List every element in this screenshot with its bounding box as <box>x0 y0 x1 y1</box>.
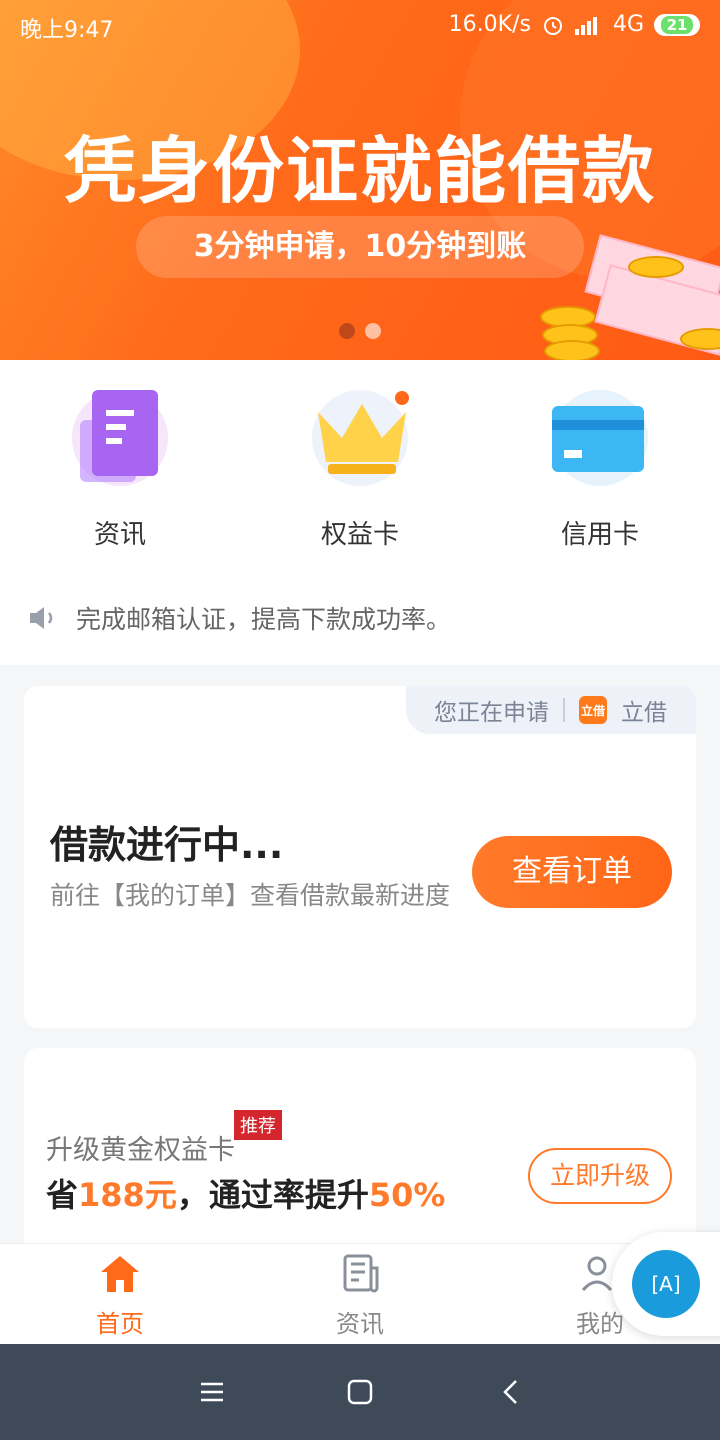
app-logo: 立借 <box>579 696 607 724</box>
accessibility-icon[interactable]: [A] <box>632 1250 700 1318</box>
notice-bar[interactable]: 完成邮箱认证，提高下款成功率。 <box>28 600 451 636</box>
floating-assist-panel: [A] <box>612 1232 720 1336</box>
status-right: 16.0K/s 4G 21 <box>449 12 700 37</box>
system-nav-bar <box>0 1344 720 1440</box>
home-icon <box>99 1254 141 1294</box>
menu-icon[interactable] <box>198 1378 226 1406</box>
applying-label: 您正在申请 <box>434 700 549 726</box>
status-time: 晚上9:47 <box>20 18 114 43</box>
speaker-icon <box>30 607 53 629</box>
upgrade-label: 升级黄金权益卡 <box>46 1135 235 1166</box>
pass-rate: 50% <box>368 1176 446 1214</box>
carousel-indicator <box>339 323 381 339</box>
shortcut-section: 资讯 权益卡 信用卡 完成邮箱认证，提高下款成功率。 <box>0 360 720 665</box>
alarm-icon <box>543 16 562 35</box>
loan-status-title: 借款进行中... <box>50 823 284 867</box>
shortcut-label: 权益卡 <box>320 520 399 550</box>
shortcut-news[interactable]: 资讯 <box>40 390 200 551</box>
notice-text: 完成邮箱认证，提高下款成功率。 <box>76 605 452 634</box>
loan-status-description: 前往【我的订单】查看借款最新进度 <box>50 881 451 910</box>
loan-status-card: 您正在申请 立借 立借 借款进行中... 前往【我的订单】查看借款最新进度 查看… <box>24 686 696 1028</box>
home-button-icon[interactable] <box>346 1378 374 1406</box>
tab-news[interactable]: 资讯 <box>280 1254 440 1339</box>
battery-icon: 21 <box>654 13 700 36</box>
back-icon[interactable] <box>498 1378 526 1406</box>
app-name: 立借 <box>621 700 667 726</box>
view-order-button[interactable]: 查看订单 <box>472 836 672 908</box>
shortcut-rights-card[interactable]: 权益卡 <box>280 390 440 551</box>
divider <box>563 698 565 722</box>
shortcut-label: 资讯 <box>93 520 146 550</box>
crown-icon <box>312 390 409 486</box>
news-icon <box>339 1254 381 1294</box>
carousel-dot[interactable] <box>365 323 381 339</box>
battery-level: 21 <box>660 15 694 34</box>
carousel-dot[interactable] <box>339 323 355 339</box>
document-icon <box>72 390 168 486</box>
banner-subline: 3分钟申请，10分钟到账 <box>136 216 584 278</box>
signal-icon <box>574 16 597 35</box>
benefit-middle: ，通过率提升 <box>176 1176 369 1214</box>
tab-home[interactable]: 首页 <box>40 1254 200 1339</box>
save-prefix: 省 <box>46 1176 79 1214</box>
money-illustration <box>530 234 720 360</box>
shortcut-credit-card[interactable]: 信用卡 <box>520 390 680 551</box>
upgrade-benefit: 省188元，通过率提升50% <box>46 1170 445 1216</box>
status-bar: 晚上9:47 16.0K/s 4G 21 <box>0 0 720 52</box>
banner-headline: 凭身份证就能借款 <box>63 129 656 213</box>
credit-card-icon <box>552 390 648 486</box>
network-type: 4G <box>612 12 644 37</box>
tab-label: 资讯 <box>336 1310 384 1338</box>
upgrade-now-button[interactable]: 立即升级 <box>528 1148 672 1204</box>
recommend-badge: 推荐 <box>234 1110 282 1140</box>
shortcut-label: 信用卡 <box>560 520 639 550</box>
upgrade-card: 升级黄金权益卡 推荐 省188元，通过率提升50% 立即升级 <box>24 1048 696 1258</box>
net-speed: 16.0K/s <box>448 12 531 37</box>
tab-label: 首页 <box>96 1310 144 1338</box>
applying-tag: 您正在申请 立借 立借 <box>406 686 696 734</box>
hero-banner[interactable]: 晚上9:47 16.0K/s 4G 21 凭身份证就能借款 3分钟申请，10分钟… <box>0 0 720 360</box>
save-amount: 188元 <box>78 1176 177 1214</box>
float-button-text: [A] <box>651 1272 681 1296</box>
